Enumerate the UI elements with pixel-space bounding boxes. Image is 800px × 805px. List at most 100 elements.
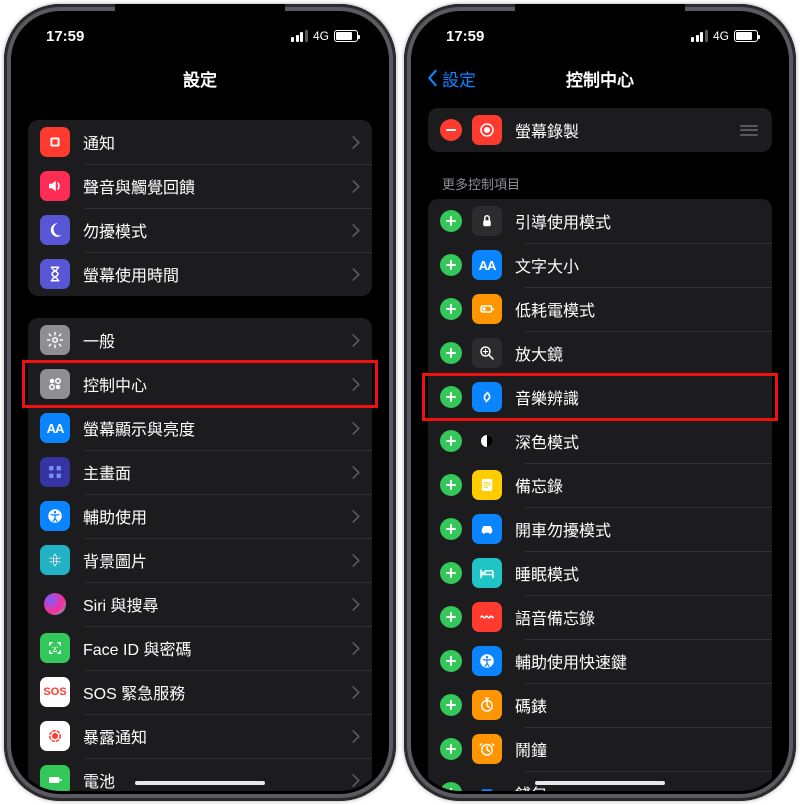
hourglass-icon — [40, 259, 70, 289]
settings-row-hourglass[interactable]: 螢幕使用時間 — [28, 252, 372, 296]
settings-row-accessibility[interactable]: 輔助使用 — [28, 494, 372, 538]
more-row-notes[interactable]: 備忘錄 — [428, 463, 772, 507]
add-button[interactable] — [440, 210, 462, 232]
add-button[interactable] — [440, 738, 462, 760]
more-row-magnifier[interactable]: 放大鏡 — [428, 331, 772, 375]
nav-bar: 設定 控制中心 — [414, 58, 786, 98]
row-label: 深色模式 — [502, 429, 760, 453]
more-row-aa[interactable]: AA 文字大小 — [428, 243, 772, 287]
remove-button[interactable] — [440, 119, 462, 141]
add-button[interactable] — [440, 694, 462, 716]
settings-row-sos[interactable]: SOS SOS 緊急服務 — [28, 670, 372, 714]
switches-icon — [40, 369, 70, 399]
home-indicator[interactable] — [135, 781, 265, 786]
lock-icon — [472, 206, 502, 236]
drag-handle-icon[interactable] — [738, 125, 760, 136]
screen-right: 17:59 4G 設定 控制中心 螢幕錄製 更多控制項目 引導使用模式 — [414, 14, 786, 791]
wallet-icon — [472, 778, 502, 791]
more-row-car[interactable]: 開車勿擾模式 — [428, 507, 772, 551]
settings-row-gear[interactable]: 一般 — [28, 318, 372, 362]
phone-right: 17:59 4G 設定 控制中心 螢幕錄製 更多控制項目 引導使用模式 — [404, 4, 796, 801]
add-button[interactable] — [440, 606, 462, 628]
chevron-right-icon — [352, 378, 360, 391]
home-indicator[interactable] — [535, 781, 665, 786]
add-button[interactable] — [440, 518, 462, 540]
settings-row-moon[interactable]: 勿擾模式 — [28, 208, 372, 252]
row-label: 開車勿擾模式 — [502, 517, 760, 541]
grid-icon — [40, 457, 70, 487]
battery-low-icon — [472, 294, 502, 324]
add-button[interactable] — [440, 298, 462, 320]
settings-row-grid[interactable]: 主畫面 — [28, 450, 372, 494]
add-button[interactable] — [440, 254, 462, 276]
row-label: Siri 與搜尋 — [70, 592, 352, 616]
faceid-icon — [40, 633, 70, 663]
battery-icon — [734, 30, 758, 42]
more-row-shazam[interactable]: 音樂辨識 — [428, 375, 772, 419]
more-group: 引導使用模式 AA 文字大小 低耗電模式 放大鏡 音樂辨識 深色模式 備忘錄 — [428, 199, 772, 791]
settings-scroll[interactable]: 通知 聲音與觸覺回饋 勿擾模式 螢幕使用時間 一般 控制中心 — [14, 98, 386, 791]
gear-icon — [40, 325, 70, 355]
add-button[interactable] — [440, 342, 462, 364]
more-row-battery-low[interactable]: 低耗電模式 — [428, 287, 772, 331]
row-label: 鬧鐘 — [502, 737, 760, 761]
more-row-alarm[interactable]: 鬧鐘 — [428, 727, 772, 771]
included-row-record[interactable]: 螢幕錄製 — [428, 108, 772, 152]
status-time: 17:59 — [446, 28, 484, 45]
add-button[interactable] — [440, 474, 462, 496]
row-label: 主畫面 — [70, 460, 352, 484]
control-center-scroll[interactable]: 螢幕錄製 更多控制項目 引導使用模式 AA 文字大小 低耗電模式 放大鏡 音樂辨… — [414, 98, 786, 791]
row-label: 文字大小 — [502, 253, 760, 277]
settings-row-exposure[interactable]: 暴露通知 — [28, 714, 372, 758]
chevron-right-icon — [352, 466, 360, 479]
row-label: 螢幕錄製 — [502, 118, 738, 142]
network-label: 4G — [313, 29, 329, 43]
chevron-right-icon — [352, 268, 360, 281]
settings-row-wallpaper[interactable]: 背景圖片 — [28, 538, 372, 582]
more-row-voicememo[interactable]: 語音備忘錄 — [428, 595, 772, 639]
settings-row-aa[interactable]: AA 螢幕顯示與亮度 — [28, 406, 372, 450]
chevron-right-icon — [352, 730, 360, 743]
network-label: 4G — [713, 29, 729, 43]
add-button[interactable] — [440, 562, 462, 584]
add-button[interactable] — [440, 782, 462, 791]
more-row-lock[interactable]: 引導使用模式 — [428, 199, 772, 243]
add-button[interactable] — [440, 386, 462, 408]
battery-icon — [40, 765, 70, 791]
settings-row-switches[interactable]: 控制中心 — [28, 362, 372, 406]
record-icon — [472, 115, 502, 145]
settings-row-speaker[interactable]: 聲音與觸覺回饋 — [28, 164, 372, 208]
more-row-stopwatch[interactable]: 碼錶 — [428, 683, 772, 727]
row-label: 放大鏡 — [502, 341, 760, 365]
aa-icon: AA — [472, 250, 502, 280]
row-label: 碼錶 — [502, 693, 760, 717]
row-label: 語音備忘錄 — [502, 605, 760, 629]
accessibility-icon — [472, 646, 502, 676]
chevron-right-icon — [352, 334, 360, 347]
settings-row-faceid[interactable]: Face ID 與密碼 — [28, 626, 372, 670]
aa-icon: AA — [40, 413, 70, 443]
back-label: 設定 — [442, 66, 476, 91]
settings-row-bell[interactable]: 通知 — [28, 120, 372, 164]
back-button[interactable]: 設定 — [426, 66, 476, 91]
more-row-darkmode[interactable]: 深色模式 — [428, 419, 772, 463]
add-button[interactable] — [440, 430, 462, 452]
more-row-bed[interactable]: 睡眠模式 — [428, 551, 772, 595]
notch — [515, 4, 685, 32]
row-label: 輔助使用 — [70, 504, 352, 528]
settings-row-siri[interactable]: Siri 與搜尋 — [28, 582, 372, 626]
shazam-icon — [472, 382, 502, 412]
row-label: 睡眠模式 — [502, 561, 760, 585]
row-label: 螢幕顯示與亮度 — [70, 416, 352, 440]
add-button[interactable] — [440, 650, 462, 672]
row-label: 螢幕使用時間 — [70, 262, 352, 286]
screen-left: 17:59 4G 設定 通知 聲音與觸覺回饋 勿擾模式 — [14, 14, 386, 791]
more-row-accessibility[interactable]: 輔助使用快速鍵 — [428, 639, 772, 683]
settings-row-battery[interactable]: 電池 — [28, 758, 372, 791]
nav-bar: 設定 — [14, 58, 386, 98]
phone-left: 17:59 4G 設定 通知 聲音與觸覺回饋 勿擾模式 — [4, 4, 396, 801]
speaker-icon — [40, 171, 70, 201]
chevron-right-icon — [352, 642, 360, 655]
row-label: 背景圖片 — [70, 548, 352, 572]
settings-group: 一般 控制中心 AA 螢幕顯示與亮度 主畫面 輔助使用 背景圖片 — [28, 318, 372, 791]
